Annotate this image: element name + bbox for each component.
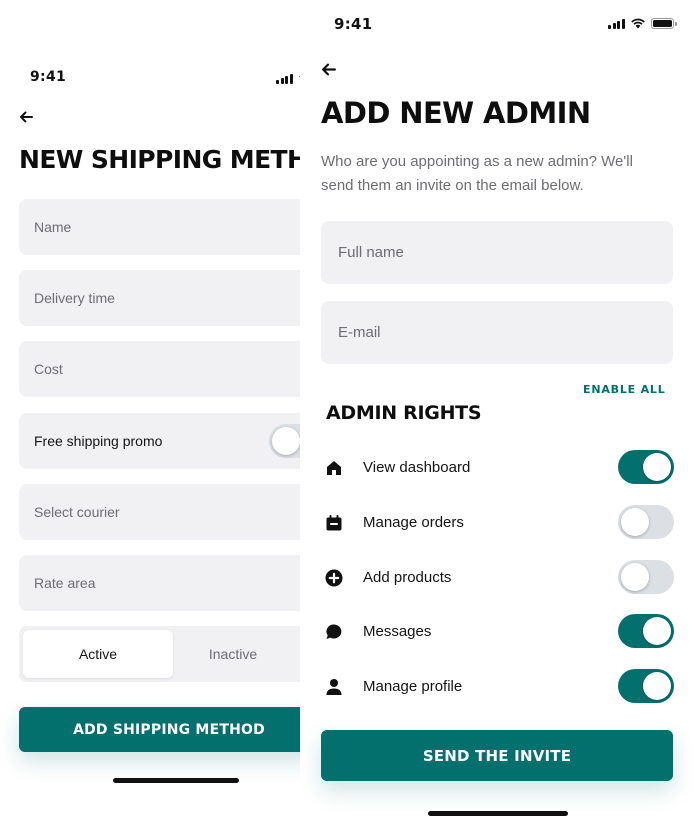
home-indicator[interactable] bbox=[113, 778, 239, 783]
right-row-messages: Messages bbox=[324, 614, 674, 650]
rate-area-field[interactable]: Rate area bbox=[19, 555, 300, 611]
email-placeholder: E-mail bbox=[338, 324, 381, 341]
add-products-toggle[interactable] bbox=[618, 560, 674, 594]
cost-placeholder: Cost bbox=[34, 361, 63, 377]
right-label: Manage orders bbox=[363, 514, 464, 531]
name-placeholder: Name bbox=[34, 219, 72, 235]
rate-area-placeholder: Rate area bbox=[34, 575, 96, 591]
segment-inactive[interactable]: Inactive bbox=[173, 630, 293, 678]
email-field[interactable]: E-mail bbox=[321, 301, 673, 364]
delivery-time-field[interactable]: Delivery time bbox=[19, 270, 300, 326]
courier-select[interactable]: Select courier bbox=[19, 484, 300, 540]
free-shipping-row: Free shipping promo bbox=[19, 413, 300, 469]
status-bar-time: 9:41 bbox=[30, 69, 67, 85]
messages-toggle[interactable] bbox=[618, 614, 674, 648]
delivery-time-placeholder: Delivery time bbox=[34, 290, 115, 306]
free-shipping-toggle[interactable] bbox=[269, 424, 300, 458]
chat-bubble-icon bbox=[326, 624, 342, 639]
home-indicator[interactable] bbox=[428, 811, 568, 816]
right-label: Add products bbox=[363, 569, 452, 586]
cellular-signal-icon bbox=[276, 73, 293, 84]
free-shipping-label: Free shipping promo bbox=[34, 433, 163, 449]
right-label: Messages bbox=[363, 623, 432, 640]
enable-all-link[interactable]: ENABLE ALL bbox=[583, 383, 666, 396]
page-subtitle: Who are you appointing as a new admin? W… bbox=[321, 153, 633, 194]
name-field[interactable]: Name bbox=[19, 199, 300, 255]
full-name-field[interactable]: Full name bbox=[321, 221, 673, 284]
send-invite-button[interactable]: SEND THE INVITE bbox=[321, 730, 673, 781]
manage-profile-toggle[interactable] bbox=[618, 669, 674, 703]
battery-icon bbox=[650, 17, 677, 29]
add-admin-screen: 9:41 ADD NEW ADMIN Who are you appointin… bbox=[300, 0, 694, 825]
full-name-placeholder: Full name bbox=[338, 244, 404, 261]
cost-field[interactable]: Cost bbox=[19, 341, 300, 397]
wifi-icon bbox=[630, 18, 645, 29]
status-segmented-control: Active Inactive bbox=[19, 626, 300, 682]
add-shipping-method-button[interactable]: ADD SHIPPING METHOD bbox=[19, 707, 300, 752]
manage-orders-toggle[interactable] bbox=[618, 505, 674, 539]
cellular-signal-icon bbox=[608, 18, 625, 29]
view-dashboard-toggle[interactable] bbox=[618, 450, 674, 484]
right-label: View dashboard bbox=[363, 459, 471, 476]
calendar-icon bbox=[326, 515, 342, 531]
status-bar-time: 9:41 bbox=[334, 15, 373, 33]
page-title: ADD NEW ADMIN bbox=[321, 96, 591, 130]
right-row-view-dashboard: View dashboard bbox=[324, 450, 674, 486]
right-label: Manage profile bbox=[363, 678, 463, 695]
back-arrow-icon[interactable] bbox=[321, 62, 336, 77]
courier-placeholder: Select courier bbox=[34, 504, 120, 520]
back-arrow-icon[interactable] bbox=[19, 110, 33, 124]
status-bar-icons bbox=[276, 72, 300, 84]
person-icon bbox=[326, 679, 342, 695]
right-row-add-products: Add products bbox=[324, 560, 674, 596]
segment-active[interactable]: Active bbox=[23, 630, 173, 678]
plus-circle-icon bbox=[325, 569, 343, 587]
shipping-method-screen: 9:41 NEW SHIPPING METHOD Name Delivery t… bbox=[0, 0, 300, 825]
right-row-manage-profile: Manage profile bbox=[324, 669, 674, 705]
page-title: NEW SHIPPING METHOD bbox=[19, 145, 300, 174]
status-bar-icons bbox=[608, 17, 677, 29]
home-icon bbox=[327, 461, 341, 475]
right-row-manage-orders: Manage orders bbox=[324, 505, 674, 541]
admin-rights-heading: ADMIN RIGHTS bbox=[326, 402, 482, 424]
